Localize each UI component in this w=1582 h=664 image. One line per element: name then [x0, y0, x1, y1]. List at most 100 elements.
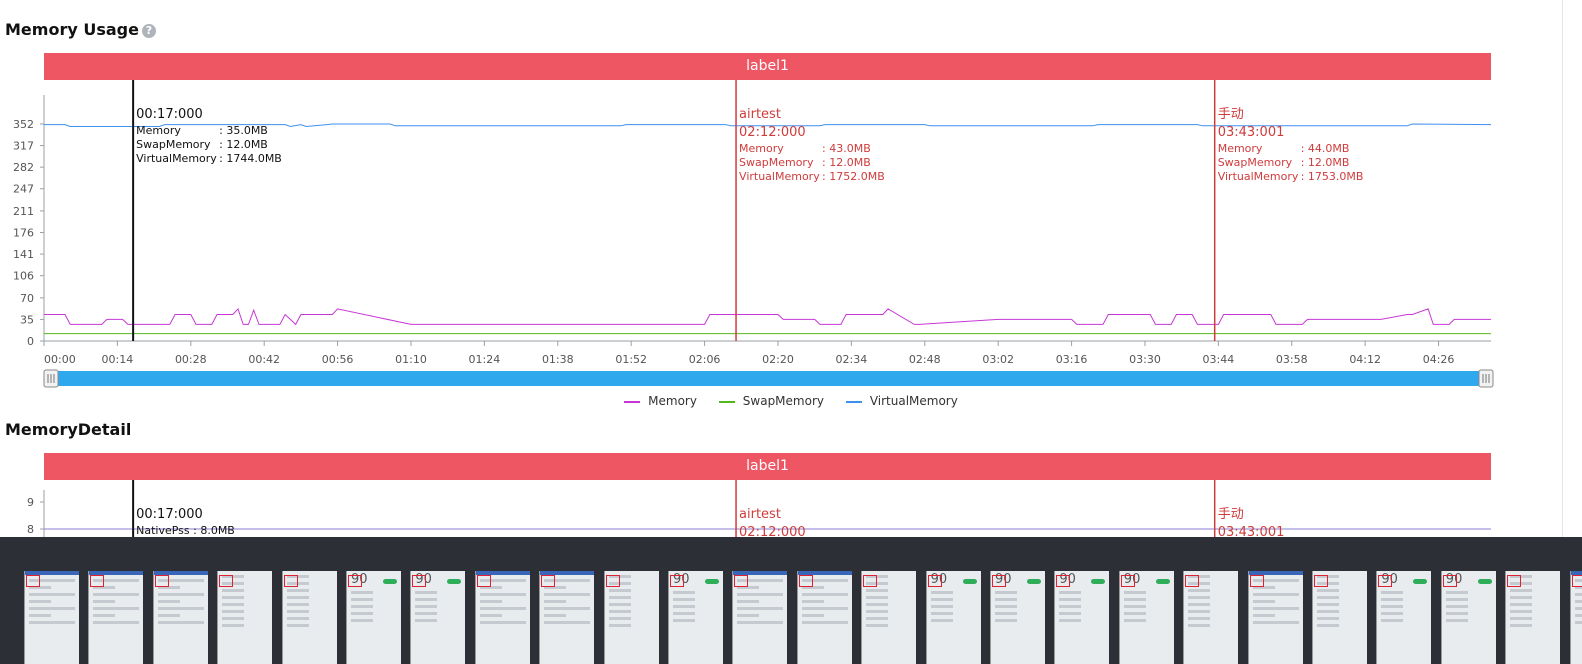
marker-row-value: : 1744.0MB: [219, 152, 282, 165]
x-tick-label: 04:12: [1349, 353, 1381, 366]
screenshot-thumbnail[interactable]: [796, 571, 852, 664]
thumbnail-row: [351, 605, 373, 608]
screenshot-thumbnail[interactable]: [217, 571, 273, 664]
thumbnail-row: [157, 621, 204, 624]
marker-box: [1185, 575, 1200, 587]
thumbnail-row: [222, 603, 245, 606]
thumbnail-row: [866, 589, 889, 592]
thumbnail-row: [1059, 605, 1082, 608]
thumbnail-row: [608, 617, 631, 620]
thumbnail-row: [415, 605, 438, 608]
thumbnail-row: [866, 596, 889, 599]
memory-usage-title-text: Memory Usage: [5, 20, 139, 39]
marker-title-3: 手动: [1218, 107, 1244, 122]
screenshot-thumbnail[interactable]: [24, 571, 79, 664]
thumbnail-row: [1188, 589, 1211, 592]
screenshot-thumbnail[interactable]: 90: [925, 571, 981, 664]
screenshot-thumbnail[interactable]: [152, 571, 208, 664]
screenshot-thumbnail[interactable]: [1505, 571, 1561, 664]
legend-item-virtualmemory[interactable]: VirtualMemory: [845, 394, 958, 408]
y-tick-label: 211: [13, 205, 34, 218]
screenshot-thumbnail[interactable]: 90: [410, 571, 466, 664]
thumbnail-row: [1188, 624, 1211, 627]
memory-detail-title-text: MemoryDetail: [5, 420, 132, 439]
marker-box: [1056, 575, 1071, 587]
detail-marker-title-2: airtest: [739, 507, 781, 522]
thumbnail-row: [801, 607, 848, 610]
thumbnail-row: [93, 600, 116, 603]
screenshot-thumbnail[interactable]: [1312, 571, 1367, 664]
marker-row-value: : 12.0MB: [822, 156, 871, 169]
thumbnail-row: [286, 603, 309, 606]
screenshot-thumbnail[interactable]: 90: [1440, 571, 1496, 664]
screenshot-thumbnail[interactable]: [732, 571, 788, 664]
marker-box: [1571, 575, 1582, 587]
screenshot-thumbnail[interactable]: [603, 571, 659, 664]
marker-row-value: : 43.0MB: [822, 142, 871, 155]
screenshot-thumbnail[interactable]: [1247, 571, 1303, 664]
y-tick-label: 0: [27, 335, 34, 348]
thumbnail-row: [608, 589, 631, 592]
thumbnail-row: [1059, 612, 1082, 615]
thumbnail-row: [608, 596, 631, 599]
thumbnail-row: [1510, 596, 1533, 599]
legend-item-memory[interactable]: Memory: [624, 394, 697, 408]
x-tick-label: 03:30: [1129, 353, 1161, 366]
range-slider-track: [44, 371, 1491, 386]
thumbnail-row: [995, 619, 1017, 622]
screenshot-thumbnail[interactable]: [1183, 571, 1239, 664]
thumbnail-row: [479, 593, 526, 596]
y-tick-label: 317: [13, 140, 34, 153]
detail-marker-row-value: : 8.0MB: [193, 524, 235, 537]
thumbnail-row: [1510, 624, 1533, 627]
thumbnail-row: [351, 612, 373, 615]
question-circle-icon[interactable]: ?: [141, 24, 156, 38]
x-tick-label: 00:56: [322, 353, 354, 366]
screenshot-thumbnail[interactable]: [281, 571, 337, 664]
thumbnail-row: [930, 591, 953, 594]
thumbnail-row: [1317, 596, 1339, 599]
screenshot-thumbnail[interactable]: 90: [1118, 571, 1174, 664]
screenshot-thumbnail[interactable]: 90: [1376, 571, 1432, 664]
screenshot-strip[interactable]: 90 90 90 90 90 90 90 90 90: [0, 537, 1582, 664]
marker-box: [541, 575, 556, 587]
thumbnail-row: [29, 593, 75, 596]
thumbnail-row: [737, 607, 784, 610]
screenshot-thumbnail[interactable]: 90: [990, 571, 1045, 664]
thumbnail-row: [1252, 600, 1275, 603]
screenshot-thumbnail[interactable]: [861, 571, 917, 664]
thumbnail-row: [737, 593, 784, 596]
thumbnail-row: [930, 619, 953, 622]
y-tick-label: 141: [13, 248, 34, 261]
screenshot-thumbnail[interactable]: [474, 571, 530, 664]
marker-box: [90, 575, 105, 587]
marker-row-value: : 1753.0MB: [1301, 170, 1364, 183]
thumbnail-row: [1123, 591, 1146, 594]
thumbnail-row: [1252, 607, 1299, 610]
thumbnail-row: [1059, 591, 1082, 594]
thumbnail-row: [673, 605, 695, 608]
screenshot-thumbnail[interactable]: [88, 571, 144, 664]
screenshot-thumbnail[interactable]: 90: [1054, 571, 1110, 664]
x-tick-label: 01:10: [395, 353, 427, 366]
detail-marker-time-1: 00:17:000: [136, 507, 203, 522]
thumbnail-row: [737, 614, 760, 617]
thumbnail-row: [1445, 591, 1468, 594]
screenshot-thumbnail[interactable]: 90: [668, 571, 723, 664]
thumbnail-row: [351, 598, 373, 601]
memory-detail-title: MemoryDetail: [5, 420, 131, 439]
legend-item-swapmemory[interactable]: SwapMemory: [718, 394, 824, 408]
thumbnail-row: [1123, 605, 1146, 608]
marker-row-name: VirtualMemory: [739, 170, 820, 183]
x-tick-label: 00:14: [102, 353, 134, 366]
marker-box: [476, 575, 491, 587]
screenshot-thumbnail[interactable]: [539, 571, 595, 664]
marker-box: [412, 575, 427, 587]
screenshot-thumbnail[interactable]: [1569, 571, 1582, 664]
thumbnail-row: [93, 614, 116, 617]
thumbnail-row: [1574, 614, 1582, 617]
marker-row-name: Memory: [739, 142, 784, 155]
screenshot-thumbnail[interactable]: 90: [346, 571, 401, 664]
marker-box: [670, 575, 684, 587]
thumbnail-row: [222, 624, 245, 627]
